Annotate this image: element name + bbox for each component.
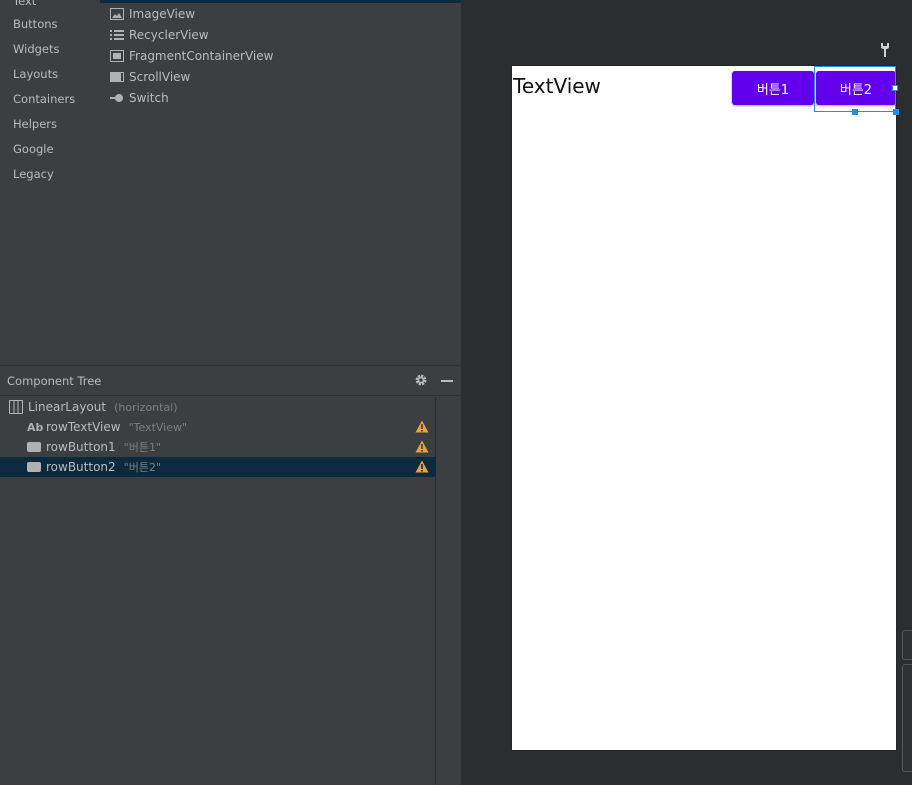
component-tree-scrollbar[interactable]: [436, 397, 461, 785]
component-tree-title: Component Tree: [7, 374, 102, 388]
list-icon: [110, 29, 124, 41]
palette-categories: Text Buttons Widgets Layouts Containers …: [0, 0, 100, 357]
switch-icon: [110, 92, 124, 104]
palette-category-widgets[interactable]: Widgets: [13, 42, 60, 56]
preview-button-2[interactable]: 버튼2: [816, 71, 896, 105]
component-tree-header: Component Tree: [0, 366, 461, 396]
palette-category-layouts[interactable]: Layouts: [13, 67, 58, 81]
fragment-icon: [110, 50, 124, 62]
resize-handle-bottom[interactable]: [852, 109, 858, 115]
textview-icon: Ab: [27, 420, 44, 434]
tree-row-detail: "TextView": [128, 420, 188, 434]
tree-row-detail: "버튼2": [123, 461, 162, 474]
tree-row-name: LinearLayout: [28, 400, 107, 414]
design-surface: TextView 버튼1 버튼2: [461, 0, 912, 785]
palette-item-label: Switch: [129, 91, 169, 105]
warning-icon[interactable]: [415, 420, 429, 433]
warning-icon[interactable]: [415, 460, 429, 473]
side-toolbar-collapsed[interactable]: [902, 630, 912, 660]
palette-item-label: ScrollView: [129, 70, 191, 84]
palette-item-imageview[interactable]: ImageView: [110, 5, 195, 23]
resize-handle-bottom-right[interactable]: [893, 109, 899, 115]
gear-icon[interactable]: [414, 373, 429, 388]
wrench-icon[interactable]: [878, 42, 892, 58]
side-toolbar-zoom[interactable]: [902, 664, 912, 772]
palette-category-helpers[interactable]: Helpers: [13, 117, 57, 131]
tree-row-rowtextview[interactable]: Ab rowTextView "TextView": [0, 417, 436, 437]
palette-item-label: RecyclerView: [129, 28, 209, 42]
warning-icon[interactable]: [415, 440, 429, 453]
tree-row-rowbutton2[interactable]: rowButton2 "버튼2": [0, 457, 436, 477]
palette-items: ImageView RecyclerView FragmentContainer…: [100, 0, 461, 357]
palette-panel: Text Buttons Widgets Layouts Containers …: [0, 0, 461, 357]
tree-row-name: rowButton1: [46, 440, 116, 454]
palette-category-buttons[interactable]: Buttons: [13, 17, 58, 31]
image-icon: [110, 8, 124, 20]
device-preview[interactable]: TextView 버튼1 버튼2: [512, 66, 899, 750]
palette-item-fragmentcontainerview[interactable]: FragmentContainerView: [110, 47, 273, 65]
palette-category-text[interactable]: Text: [13, 0, 36, 8]
palette-item-recyclerview[interactable]: RecyclerView: [110, 26, 209, 44]
palette-item-scrollview[interactable]: ScrollView: [110, 68, 190, 86]
palette-category-legacy[interactable]: Legacy: [13, 167, 54, 181]
button-icon: [27, 442, 41, 452]
palette-item-switch[interactable]: Switch: [110, 89, 169, 107]
tree-row-name: rowTextView: [46, 420, 121, 434]
tree-row-name: rowButton2: [46, 460, 116, 474]
button-icon: [27, 462, 41, 472]
palette-item-label: ImageView: [129, 7, 196, 21]
palette-category-google[interactable]: Google: [13, 142, 54, 156]
tree-row-detail: (horizontal): [114, 400, 178, 414]
scrollview-icon: [110, 71, 124, 83]
tree-row-detail: "버튼1": [123, 441, 162, 454]
palette-selection-strip: [100, 0, 461, 3]
tree-row-rowbutton1[interactable]: rowButton1 "버튼1": [0, 437, 436, 457]
preview-textview[interactable]: TextView: [513, 74, 601, 98]
component-tree-list: LinearLayout (horizontal) Ab rowTextView…: [0, 397, 436, 785]
preview-button-1[interactable]: 버튼1: [732, 71, 814, 105]
panel-splitter[interactable]: [0, 357, 461, 366]
minimize-icon[interactable]: [441, 380, 453, 382]
palette-item-label: FragmentContainerView: [129, 49, 274, 63]
component-tree-panel: Component Tree LinearLayout (horizontal)…: [0, 366, 461, 785]
tree-row-linearlayout[interactable]: LinearLayout (horizontal): [0, 397, 436, 417]
palette-category-containers[interactable]: Containers: [13, 92, 75, 106]
linear-layout-icon: [9, 400, 23, 414]
